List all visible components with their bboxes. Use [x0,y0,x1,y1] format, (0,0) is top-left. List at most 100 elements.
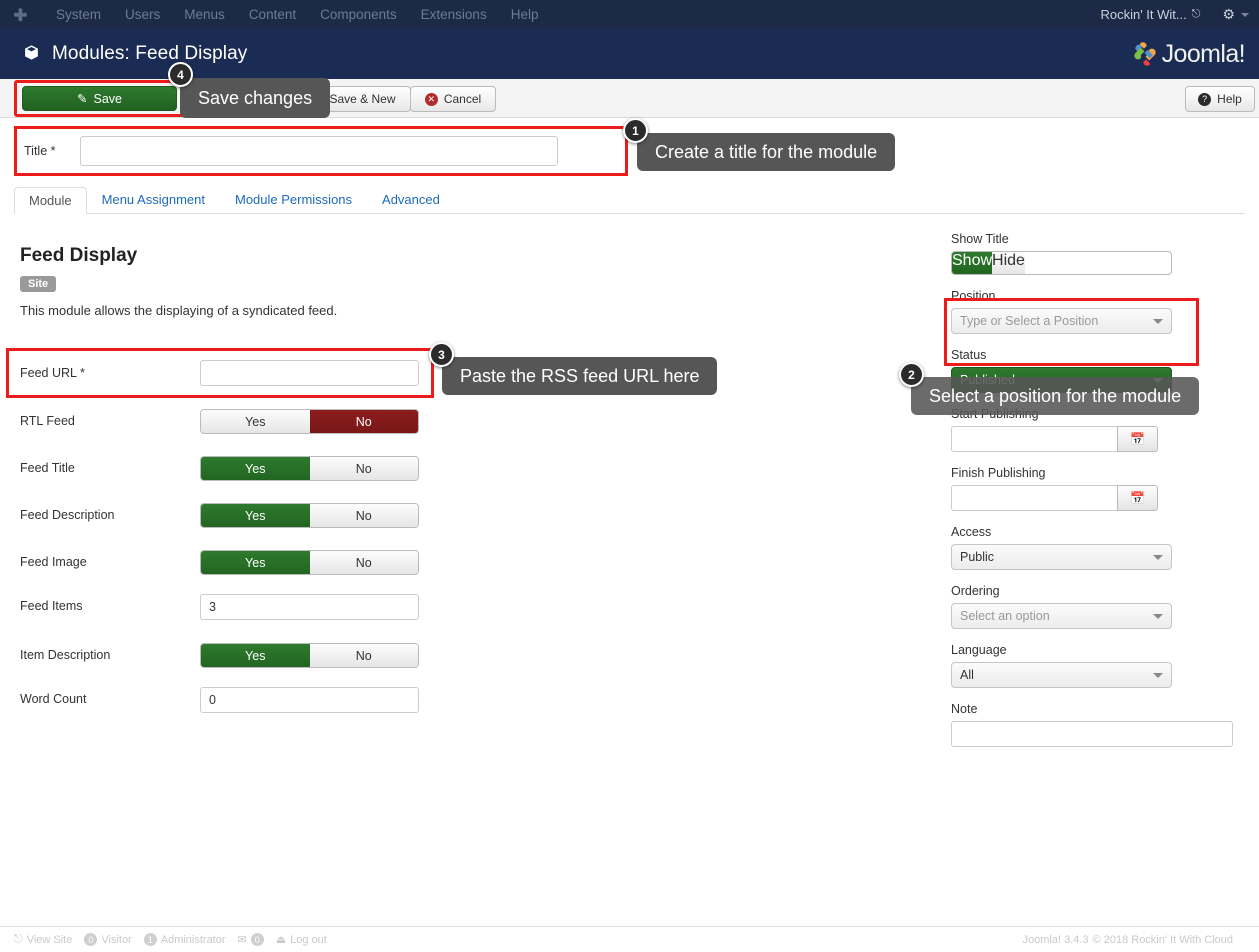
external-link-icon[interactable]: ⎋ [1192,8,1201,21]
feed-items-label: Feed Items [20,599,83,613]
show-title-show[interactable]: Show [952,252,993,274]
title-input[interactable] [80,136,558,166]
feed-title-yes[interactable]: Yes [201,457,310,480]
feed-description-toggle[interactable]: Yes No [200,503,419,528]
start-publishing-field: 📅 [951,426,1158,452]
language-value: All [960,668,974,682]
cancel-button[interactable]: ✕ Cancel [410,86,496,112]
feed-description-yes[interactable]: Yes [201,504,310,527]
rtl-feed-label: RTL Feed [20,414,75,428]
help-button[interactable]: ? Help [1185,86,1255,112]
show-title-toggle[interactable]: Show Hide [951,251,1172,275]
admin-menu-bar: System Users Menus Content Components Ex… [0,0,1259,29]
feed-url-label: Feed URL * [20,366,85,380]
access-select[interactable]: Public [951,544,1172,570]
field-row-word-count: Word Count 0 [0,687,940,715]
menu-item-system[interactable]: System [44,0,113,29]
callout-tooltip-1: Create a title for the module [637,133,896,171]
feed-title-toggle[interactable]: Yes No [200,456,419,481]
feed-title-no[interactable]: No [309,457,418,480]
callout-badge-4: 4 [168,62,193,87]
note-input[interactable] [951,721,1233,747]
feed-description-no[interactable]: No [309,504,418,527]
field-row-feed-items: Feed Items 3 [0,594,940,622]
footer-logout[interactable]: ⏏ Log out [275,933,327,947]
cancel-circle-icon: ✕ [424,92,438,106]
power-icon: ⏏ [275,934,287,946]
position-select[interactable]: Type or Select a Position [951,308,1172,334]
feed-items-input[interactable]: 3 [200,594,419,620]
callout-tooltip-4: Save changes [180,78,331,118]
finish-publishing-input[interactable] [951,485,1117,511]
feed-url-input[interactable] [200,360,419,386]
joomla-admin-page: System Users Menus Content Components Ex… [0,0,1259,952]
show-title-hide[interactable]: Hide [992,252,1025,274]
access-value: Public [960,550,995,564]
language-label: Language [951,643,1007,657]
item-description-no[interactable]: No [309,644,418,667]
joomla-brand-logo: Joomla! [1128,37,1246,71]
rtl-feed-no[interactable]: No [309,410,418,433]
ordering-select[interactable]: Select an option [951,603,1172,629]
page-title: Modules: Feed Display [52,43,248,64]
footer-view-site[interactable]: ⎋ View Site [14,933,72,946]
rtl-feed-yes[interactable]: Yes [201,410,310,433]
feed-image-yes[interactable]: Yes [201,551,310,574]
word-count-input[interactable]: 0 [200,687,419,713]
language-select[interactable]: All [951,662,1172,688]
field-row-rtl-feed: RTL Feed Yes No [0,409,940,437]
finish-publishing-label: Finish Publishing [951,466,1046,480]
messages-count: 0 [250,933,264,946]
note-group: Note [951,702,1241,747]
status-label: Status [951,348,987,362]
tab-module[interactable]: Module [14,187,87,214]
calendar-icon[interactable]: 📅 [1117,485,1158,511]
joomla-logo-icon[interactable] [0,6,44,23]
footer-messages[interactable]: ✉ 0 [238,933,264,946]
tab-advanced[interactable]: Advanced [367,186,455,213]
callout-badge-3: 3 [429,342,454,367]
item-description-toggle[interactable]: Yes No [200,643,419,668]
save-button-label: Save [93,91,122,106]
menu-item-help[interactable]: Help [499,0,551,29]
position-value: Type or Select a Position [960,314,1099,328]
ordering-label: Ordering [951,584,1000,598]
rtl-feed-toggle[interactable]: Yes No [200,409,419,434]
menu-item-components[interactable]: Components [308,0,409,29]
sidebar-panel: Show Title Show Hide Position Type or Se… [951,232,1241,761]
save-button[interactable]: ✎ Save [22,86,177,111]
footer-version: Joomla! 3.4.3 © 2018 Rockin' It With Clo… [1023,934,1233,946]
title-label: Title * [24,144,56,158]
item-description-yes[interactable]: Yes [201,644,310,667]
view-site-label: View Site [26,933,73,946]
menu-item-menus[interactable]: Menus [172,0,237,29]
feed-image-label: Feed Image [20,555,87,569]
feed-image-no[interactable]: No [309,551,418,574]
menu-item-content[interactable]: Content [237,0,308,29]
tab-menu-assignment[interactable]: Menu Assignment [87,186,220,213]
start-publishing-input[interactable] [951,426,1117,452]
menu-item-users[interactable]: Users [113,0,172,29]
position-label: Position [951,289,996,303]
tab-bar: Module Menu Assignment Module Permission… [14,186,1245,214]
version-label: Joomla! 3.4.3 [1022,933,1089,946]
site-name-link[interactable]: Rockin' It Wit... [1100,7,1186,22]
title-field-highlight: Title * [14,126,628,176]
callout-tooltip-2: Select a position for the module [911,377,1200,415]
external-link-icon: ⎋ [14,933,23,945]
calendar-icon[interactable]: 📅 [1117,426,1158,452]
feed-image-toggle[interactable]: Yes No [200,550,419,575]
admin-count: 1 [143,933,157,946]
menu-item-extensions[interactable]: Extensions [409,0,499,29]
admin-bar-right: Rockin' It Wit... ⎋ ⚙ [1100,6,1259,23]
admin-label: Administrator [160,933,226,946]
chevron-down-icon [1153,554,1163,560]
field-row-feed-image: Feed Image Yes No [0,550,940,578]
chevron-down-icon[interactable] [1241,12,1249,17]
field-row-item-description: Item Description Yes No [0,643,940,671]
show-title-label: Show Title [951,232,1009,246]
tab-module-permissions[interactable]: Module Permissions [220,186,367,213]
ordering-group: Ordering Select an option [951,584,1241,629]
gear-icon[interactable]: ⚙ [1222,6,1235,23]
access-group: Access Public [951,525,1241,570]
